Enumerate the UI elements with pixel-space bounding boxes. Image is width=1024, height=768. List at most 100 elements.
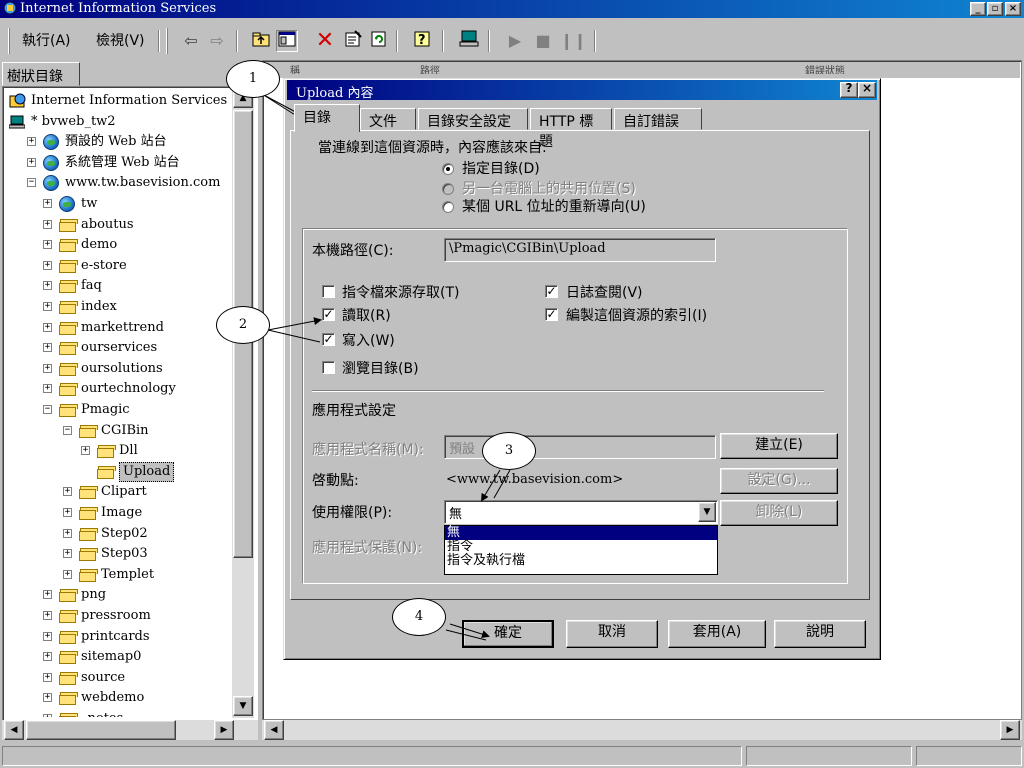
scroll-left-button[interactable]: ◀: [264, 720, 284, 740]
dialog-help-button[interactable]: ?: [840, 82, 858, 98]
collapse-icon[interactable]: −: [27, 178, 36, 188]
show-hide-tree-icon[interactable]: [276, 30, 298, 52]
tree-item[interactable]: + webdemo: [3, 688, 233, 708]
tree-item[interactable]: + Dll: [3, 441, 233, 461]
collapse-icon[interactable]: −: [63, 425, 72, 435]
column-header-name[interactable]: 稱: [290, 62, 330, 74]
tree-item[interactable]: + aboutus: [3, 215, 233, 235]
expand-icon[interactable]: +: [43, 384, 52, 394]
permission-dropdown-list[interactable]: 無 指令 指令及執行檔: [444, 525, 718, 575]
tree-item[interactable]: + index: [3, 297, 233, 317]
expand-icon[interactable]: +: [63, 569, 72, 579]
list-horizontal-scrollbar[interactable]: ◀ ▶: [262, 720, 1022, 740]
tab-http-headers[interactable]: HTTP 標題: [530, 108, 612, 150]
column-header-error-status[interactable]: 錯誤狀態: [805, 62, 905, 74]
scroll-right-button[interactable]: ▶: [1000, 720, 1020, 740]
help-icon[interactable]: ?: [412, 30, 434, 52]
dialog-close-button[interactable]: ×: [858, 82, 876, 98]
tree-item[interactable]: + ourtechnology: [3, 379, 233, 399]
permission-select[interactable]: 無: [444, 500, 718, 524]
tree-item[interactable]: + faq: [3, 276, 233, 296]
minimize-button[interactable]: _: [970, 2, 986, 16]
tree-view[interactable]: Internet Information Services−* bvweb_tw…: [3, 87, 233, 717]
checkbox-directory-browsing-label[interactable]: 瀏覽目錄(B): [342, 358, 419, 378]
chevron-down-icon[interactable]: ▼: [698, 502, 716, 522]
tree-item[interactable]: + _notes: [3, 709, 233, 717]
expand-icon[interactable]: +: [43, 714, 52, 717]
checkbox-script-source-access-label[interactable]: 指令檔來源存取(T): [342, 282, 459, 302]
expand-icon[interactable]: +: [43, 302, 52, 311]
play-icon[interactable]: ▶: [504, 30, 526, 52]
up-folder-icon[interactable]: [250, 30, 272, 52]
tab-documents[interactable]: 文件: [360, 108, 416, 130]
toolbar-grip[interactable]: [8, 28, 10, 54]
checkbox-log-visits[interactable]: ✓: [545, 285, 558, 298]
expand-icon[interactable]: +: [27, 137, 36, 147]
toolbar-grip[interactable]: [166, 28, 168, 54]
tree-item[interactable]: + demo: [3, 235, 233, 255]
expand-icon[interactable]: +: [63, 549, 72, 559]
tree-item[interactable]: + Step02: [3, 524, 233, 544]
close-button[interactable]: ×: [1005, 2, 1021, 16]
create-button[interactable]: 建立(E): [720, 433, 838, 459]
expand-icon[interactable]: +: [63, 508, 72, 517]
apply-button[interactable]: 套用(A): [668, 620, 766, 648]
column-header-path[interactable]: 路徑: [420, 62, 480, 74]
forward-icon[interactable]: ⇨: [206, 30, 228, 52]
tree-item[interactable]: + sitemap0: [3, 647, 233, 667]
scroll-thumb[interactable]: [26, 720, 176, 740]
tree-item[interactable]: + e-store: [3, 256, 233, 276]
tree-item[interactable]: + 預設的 Web 站台: [3, 132, 233, 152]
expand-icon[interactable]: +: [43, 611, 52, 620]
scroll-right-button[interactable]: ▶: [214, 720, 234, 740]
expand-icon[interactable]: +: [43, 343, 52, 353]
tree-panel[interactable]: Internet Information Services−* bvweb_tw…: [2, 86, 258, 740]
tree-item[interactable]: + Templet: [3, 565, 233, 585]
tab-custom-errors[interactable]: 自訂錯誤: [614, 108, 702, 130]
app-title-bar[interactable]: Internet Information Services: [0, 0, 1024, 18]
back-icon[interactable]: ⇦: [180, 30, 202, 52]
tree-item[interactable]: + png: [3, 585, 233, 605]
local-path-field[interactable]: \Pmagic\CGIBin\Upload: [444, 238, 716, 262]
tree-item[interactable]: −* bvweb_tw2: [3, 112, 233, 132]
stop-icon[interactable]: ■: [532, 30, 554, 52]
scroll-left-button[interactable]: ◀: [4, 720, 24, 740]
expand-icon[interactable]: +: [43, 631, 52, 641]
radio-local-directory[interactable]: [442, 163, 454, 175]
pause-icon[interactable]: ❙❙: [560, 30, 587, 52]
tree-item[interactable]: + pressroom: [3, 606, 233, 626]
tree-item[interactable]: − Pmagic: [3, 400, 233, 420]
expand-icon[interactable]: +: [63, 528, 72, 538]
tree-item[interactable]: + Step03: [3, 544, 233, 564]
collapse-icon[interactable]: −: [43, 405, 52, 414]
checkbox-read[interactable]: ✓: [322, 308, 335, 321]
tree-item[interactable]: Upload: [3, 461, 233, 482]
checkbox-index-resource-label[interactable]: 編製這個資源的索引(I): [566, 305, 707, 325]
checkbox-directory-browsing[interactable]: [322, 361, 335, 374]
tab-directory[interactable]: 目錄: [294, 104, 360, 132]
checkbox-read-label[interactable]: 讀取(R): [342, 305, 391, 325]
tree-item[interactable]: + markettrend: [3, 318, 233, 338]
radio-local-directory-label[interactable]: 指定目錄(D): [462, 158, 540, 178]
expand-icon[interactable]: +: [43, 652, 52, 662]
expand-icon[interactable]: +: [43, 590, 52, 600]
tree-item[interactable]: + oursolutions: [3, 359, 233, 379]
permission-option-none[interactable]: 無: [445, 526, 717, 540]
expand-icon[interactable]: +: [63, 487, 72, 497]
expand-icon[interactable]: +: [43, 219, 52, 229]
tree-item[interactable]: − www.tw.basevision.com: [3, 173, 233, 193]
tree-item[interactable]: + 系統管理 Web 站台: [3, 153, 233, 173]
tab-directory-security[interactable]: 目錄安全設定: [418, 108, 528, 130]
checkbox-index-resource[interactable]: ✓: [545, 308, 558, 321]
radio-url-redirect-label[interactable]: 某個 URL 位址的重新導向(U): [462, 196, 646, 216]
tree-item[interactable]: − CGIBin: [3, 421, 233, 441]
expand-icon[interactable]: +: [43, 322, 52, 332]
properties-icon[interactable]: [342, 30, 364, 52]
menu-action[interactable]: 執行(A): [22, 30, 71, 50]
tree-horizontal-scrollbar[interactable]: ◀ ▶: [2, 720, 258, 740]
expand-icon[interactable]: +: [27, 157, 36, 167]
tree-item[interactable]: + ourservices: [3, 338, 233, 358]
expand-icon[interactable]: +: [43, 363, 52, 373]
tree-item[interactable]: + printcards: [3, 627, 233, 647]
scroll-down-button[interactable]: ▼: [233, 696, 253, 716]
